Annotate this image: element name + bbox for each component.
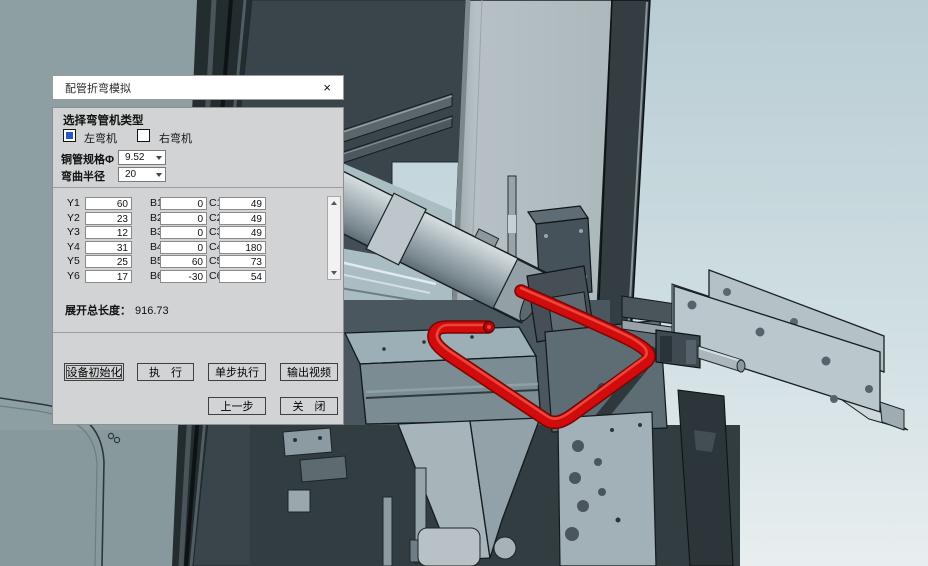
y4-field[interactable]: 31 — [85, 241, 132, 254]
y1-field[interactable]: 60 — [85, 197, 132, 210]
c6-field[interactable]: 54 — [219, 270, 266, 283]
left-bender-label: 左弯机 — [84, 130, 117, 146]
output-video-button[interactable]: 输出视频 — [280, 363, 338, 381]
pipe-spec-label: 铜管规格Φ — [61, 151, 114, 167]
b3-field[interactable]: 0 — [160, 226, 207, 239]
y6-field[interactable]: 17 — [85, 270, 132, 283]
previous-step-button[interactable]: 上一步 — [208, 397, 266, 415]
up-triangle-icon — [331, 201, 337, 205]
c4-field[interactable]: 180 — [219, 241, 266, 254]
c3-field[interactable]: 49 — [219, 226, 266, 239]
pipe-spec-select[interactable]: 9.52 — [118, 150, 166, 165]
b6-field[interactable]: -30 — [160, 270, 207, 283]
bend-radius-select[interactable]: 20 — [118, 167, 166, 182]
right-bender-label: 右弯机 — [159, 130, 192, 146]
b1-field[interactable]: 0 — [160, 197, 207, 210]
close-button[interactable]: × — [323, 81, 331, 94]
step-run-button[interactable]: 单步执行 — [208, 363, 266, 381]
bend-radius-label: 弯曲半径 — [61, 168, 105, 184]
dialog-titlebar[interactable]: 配管折弯模拟 × — [52, 75, 344, 100]
device-init-button[interactable]: 设备初始化 — [64, 363, 124, 381]
down-triangle-icon — [331, 271, 337, 275]
table-row: Y3 12 B3 0 C3 49 — [53, 226, 343, 239]
app-window: 配管折弯模拟 × 选择弯管机类型 左弯机 右弯机 铜管规格Φ 9.52 弯曲半径… — [0, 0, 928, 566]
separator — [53, 187, 343, 188]
close-dialog-button[interactable]: 关 闭 — [280, 397, 338, 415]
table-row: Y4 31 B4 0 C4 180 — [53, 241, 343, 254]
total-length: 展开总长度：916.73 — [65, 302, 169, 318]
table-row: Y1 60 B1 0 C1 49 — [53, 197, 343, 210]
checkbox-checked-icon — [66, 132, 73, 139]
chevron-down-icon — [156, 156, 162, 160]
y3-field[interactable]: 12 — [85, 226, 132, 239]
chevron-down-icon — [156, 173, 162, 177]
b2-field[interactable]: 0 — [160, 212, 207, 225]
table-row: Y6 17 B6 -30 C6 54 — [53, 270, 343, 283]
dialog-title: 配管折弯模拟 — [65, 80, 131, 96]
right-bender-checkbox[interactable] — [137, 129, 150, 142]
table-scrollbar[interactable] — [327, 196, 341, 280]
b5-field[interactable]: 60 — [160, 255, 207, 268]
scroll-up-button[interactable] — [328, 197, 340, 209]
separator — [53, 332, 343, 333]
c5-field[interactable]: 73 — [219, 255, 266, 268]
table-row: Y2 23 B2 0 C2 49 — [53, 212, 343, 225]
y2-field[interactable]: 23 — [85, 212, 132, 225]
run-button[interactable]: 执 行 — [137, 363, 194, 381]
c1-field[interactable]: 49 — [219, 197, 266, 210]
machine-type-heading: 选择弯管机类型 — [63, 112, 144, 128]
dialog-body: 选择弯管机类型 左弯机 右弯机 铜管规格Φ 9.52 弯曲半径 20 Y1 60… — [52, 107, 344, 425]
table-row: Y5 25 B5 60 C5 73 — [53, 255, 343, 268]
scroll-down-button[interactable] — [328, 267, 340, 279]
left-bender-checkbox[interactable] — [63, 129, 76, 142]
b4-field[interactable]: 0 — [160, 241, 207, 254]
holed-plate — [558, 412, 656, 566]
y5-field[interactable]: 25 — [85, 255, 132, 268]
c2-field[interactable]: 49 — [219, 212, 266, 225]
